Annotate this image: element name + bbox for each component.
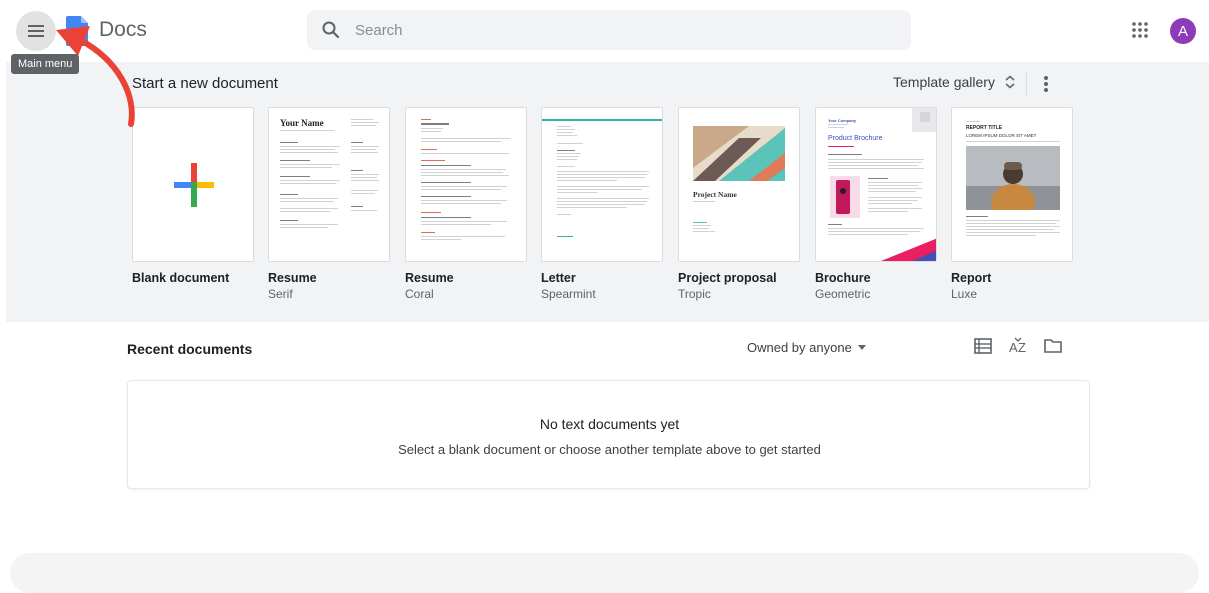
template-name: Resume <box>405 271 454 285</box>
thumbnail-heading: REPORT TITLE <box>966 125 1003 131</box>
more-options-icon[interactable] <box>1038 72 1054 96</box>
report-photo <box>966 146 1060 210</box>
template-subtitle: Serif <box>268 287 293 301</box>
template-subtitle: Spearmint <box>541 287 596 301</box>
template-subtitle: Geometric <box>815 287 871 301</box>
template-thumbnail[interactable] <box>132 107 254 262</box>
hamburger-menu-icon <box>28 25 44 37</box>
template-resume-coral[interactable]: Resume Coral <box>405 107 527 301</box>
template-gallery-button[interactable]: Template gallery <box>893 74 1017 90</box>
template-blank-document[interactable]: Blank document <box>132 107 254 287</box>
template-report-luxe[interactable]: REPORT TITLE LOREM IPSUM DOLOR SIT AMET … <box>951 107 1073 301</box>
template-subtitle: Luxe <box>951 287 978 301</box>
template-brochure-geometric[interactable]: Your Company Product Brochure Brochure G… <box>815 107 937 301</box>
thumbnail-heading: Project Name <box>693 190 737 199</box>
template-name: Report <box>951 271 992 285</box>
empty-state-subtitle: Select a blank document or choose anothe… <box>398 442 821 457</box>
bottom-bar <box>10 553 1199 593</box>
owner-filter-dropdown[interactable]: Owned by anyone <box>747 340 866 355</box>
template-thumbnail[interactable] <box>541 107 663 262</box>
template-name: Project proposal <box>678 271 777 285</box>
empty-state-card: No text documents yet Select a blank doc… <box>127 380 1090 489</box>
search-bar[interactable] <box>307 10 911 50</box>
template-subtitle: Tropic <box>678 287 711 301</box>
start-new-document-heading: Start a new document <box>132 75 278 92</box>
main-menu-tooltip: Main menu <box>11 54 80 74</box>
template-project-proposal-tropic[interactable]: Project Name Project proposal Tropic <box>678 107 800 301</box>
template-name: Letter <box>541 271 576 285</box>
template-letter-spearmint[interactable]: Letter Spearmint <box>541 107 663 301</box>
plus-icon <box>174 163 214 207</box>
sort-az-icon[interactable]: A Z <box>1008 336 1028 356</box>
thumbnail-subheading: LOREM IPSUM DOLOR SIT AMET <box>966 133 1037 138</box>
empty-state-title: No text documents yet <box>539 416 680 432</box>
template-thumbnail[interactable]: Project Name <box>678 107 800 262</box>
template-thumbnail[interactable]: Your Company Product Brochure <box>815 107 937 262</box>
docs-logo-icon[interactable] <box>66 16 88 46</box>
tropic-graphic <box>693 126 785 181</box>
list-view-icon[interactable] <box>974 336 992 356</box>
template-thumbnail[interactable]: REPORT TITLE LOREM IPSUM DOLOR SIT AMET <box>951 107 1073 262</box>
template-resume-serif[interactable]: Your Name Resume Serif <box>268 107 390 301</box>
search-input[interactable] <box>355 21 855 39</box>
svg-text:A: A <box>1009 340 1018 355</box>
search-icon[interactable] <box>321 20 341 40</box>
template-name: Blank document <box>132 271 230 285</box>
geometric-footer <box>880 238 936 261</box>
account-avatar[interactable]: A <box>1170 18 1196 44</box>
folder-icon[interactable] <box>1043 336 1063 356</box>
top-bar: Docs A <box>0 0 1209 62</box>
thumbnail-heading: Your Name <box>280 118 324 128</box>
template-thumbnail[interactable]: Your Name <box>268 107 390 262</box>
svg-text:Z: Z <box>1018 340 1026 355</box>
unfold-icon <box>1005 75 1015 89</box>
template-name: Brochure <box>815 271 871 285</box>
recent-documents-heading: Recent documents <box>127 341 253 357</box>
main-menu-button[interactable] <box>16 11 56 51</box>
template-name: Resume <box>268 271 317 285</box>
toolbar-divider <box>1026 71 1027 95</box>
template-thumbnail[interactable] <box>405 107 527 262</box>
apps-grid-icon[interactable] <box>1128 18 1152 42</box>
template-gallery-label: Template gallery <box>893 74 995 90</box>
dropdown-caret-icon <box>857 345 866 350</box>
owner-filter-label: Owned by anyone <box>747 340 852 355</box>
template-subtitle: Coral <box>405 287 434 301</box>
app-title[interactable]: Docs <box>99 18 147 42</box>
